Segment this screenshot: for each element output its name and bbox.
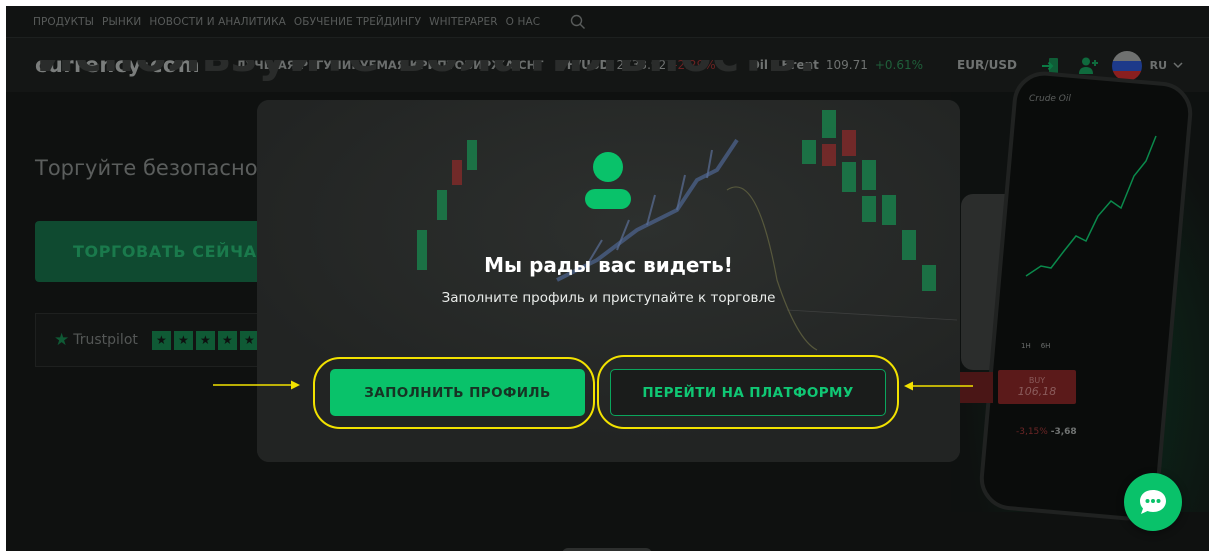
modal-subtitle: Заполните профиль и приступайте к торгов… [441, 290, 776, 306]
top-nav: ПРОДУКТЫ РЫНКИ НОВОСТИ И АНАЛИТИКА ОБУЧЕ… [6, 6, 1209, 37]
buy-label: BUY [1028, 376, 1046, 385]
nav-markets[interactable]: РЫНКИ [102, 16, 141, 28]
change-percent: -3,15% [1016, 427, 1048, 437]
modal-title: Мы рады вас видеть! [484, 253, 733, 277]
trustpilot-label: Trustpilot [73, 332, 138, 348]
phone-instrument: Crude Oil [1029, 94, 1071, 104]
nav-products[interactable]: ПРОДУКТЫ [33, 16, 94, 28]
trustpilot-star-icon: ★ [54, 330, 70, 350]
trade-now-button[interactable]: ТОРГОВАТЬ СЕЙЧАС [35, 221, 295, 282]
user-add-icon[interactable] [1078, 56, 1098, 76]
star-icon: ★ [151, 330, 171, 350]
star-icon: ★ [195, 330, 215, 350]
phone-chart [1025, 135, 1157, 277]
ticker-price: 109.71 [825, 58, 868, 72]
fill-profile-button[interactable]: ЗАПОЛНИТЬ ПРОФИЛЬ [330, 369, 585, 416]
language-selector[interactable]: RU [1150, 59, 1183, 72]
page-frame: ПРОДУКТЫ РЫНКИ НОВОСТИ И АНАЛИТИКА ОБУЧЕ… [6, 6, 1209, 551]
star-icon: ★ [173, 330, 193, 350]
rating-stars: ★ ★ ★ ★ ★ [151, 330, 259, 350]
hero-subheading: Торгуйте безопасно [35, 156, 258, 180]
period-6h: 6H [1040, 342, 1051, 350]
nav-news[interactable]: НОВОСТИ И АНАЛИТИКА [149, 16, 286, 28]
go-to-platform-button[interactable]: ПЕРЕЙТИ НА ПЛАТФОРМУ [610, 369, 886, 416]
buy-price: 106,18 [1017, 385, 1057, 398]
russia-flag-icon[interactable] [1111, 50, 1142, 81]
nav-whitepaper[interactable]: WHITEPAPER [429, 16, 498, 28]
star-icon: ★ [217, 330, 237, 350]
chat-icon [1140, 490, 1166, 514]
language-code: RU [1149, 59, 1167, 72]
phone-change: -3,15% -3,68 [1016, 427, 1077, 437]
period-1h: 1H [1021, 342, 1031, 350]
nav-about[interactable]: О НАС [506, 16, 541, 28]
phone-periods: 1H 6H [1021, 342, 1050, 350]
chat-button[interactable] [1124, 473, 1182, 531]
ticker-change: +0.61% [874, 58, 924, 72]
user-avatar-icon [583, 151, 633, 211]
trustpilot-widget[interactable]: ★ Trustpilot ★ ★ ★ ★ ★ [35, 313, 275, 367]
chevron-down-icon [1173, 59, 1183, 72]
welcome-modal: Мы рады вас видеть! Заполните профиль и … [257, 100, 960, 462]
ticker-name[interactable]: EUR/USD [957, 58, 1017, 72]
search-icon[interactable] [570, 14, 586, 30]
phone-buy-button: BUY 106,18 [998, 370, 1076, 404]
change-absolute: -3,68 [1050, 427, 1077, 437]
nav-education[interactable]: ОБУЧЕНИЕ ТРЕЙДИНГУ [294, 16, 421, 28]
